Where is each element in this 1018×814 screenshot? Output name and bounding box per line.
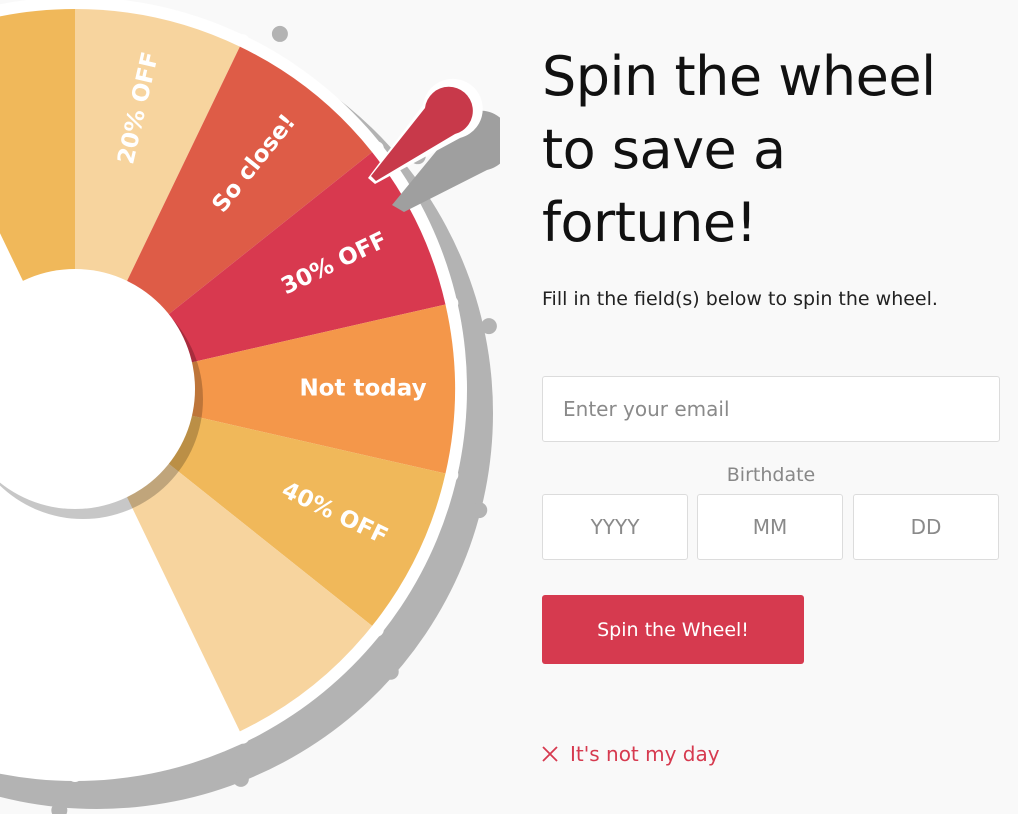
spin-wheel-button[interactable]: Spin the Wheel! [542,595,804,664]
email-field[interactable] [542,376,1000,442]
rim-peg-shadow [232,770,249,787]
wheel-slice-label: Not today [299,376,426,402]
page-title: Spin the wheel to save a fortune! [542,45,936,254]
close-icon [542,746,558,762]
rim-peg [235,729,250,744]
decline-label: It's not my day [570,742,720,766]
birth-day-field[interactable] [853,494,999,560]
rim-peg-shadow [471,502,488,519]
prize-wheel: 20% OFF So close! 30% OFF Not today 40% OFF [0,0,500,814]
decline-link[interactable]: It's not my day [542,742,720,766]
rim-peg-shadow [382,663,399,680]
birth-year-field[interactable] [542,494,688,560]
rim-peg [444,296,459,311]
instructions-text: Fill in the field(s) below to spin the w… [542,288,938,310]
rim-peg-shadow [271,25,288,42]
birthdate-label: Birthdate [726,464,816,486]
birth-month-field[interactable] [697,494,843,560]
rim-peg-shadow [480,318,497,335]
rim-peg [444,467,459,482]
rim-peg [68,768,82,782]
